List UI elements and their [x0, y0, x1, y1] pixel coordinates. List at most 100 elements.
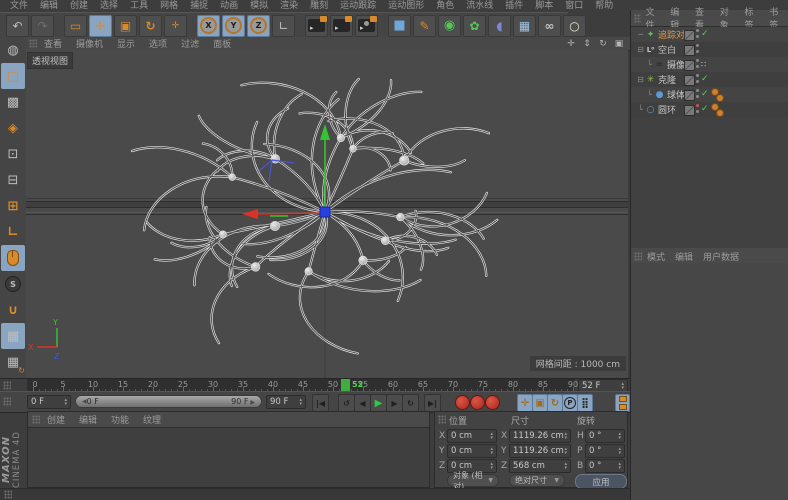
menu-select[interactable]: 选择 [94, 0, 124, 12]
menu-edit[interactable]: 编辑 [34, 0, 64, 12]
lock-z-axis-button[interactable]: Z [247, 14, 270, 37]
lock-y-axis-button[interactable]: Y [222, 14, 245, 37]
add-deformer-button[interactable]: ◖ [488, 14, 511, 37]
start-frame-field[interactable]: 0 F ▴ ▾ [27, 395, 71, 409]
panel-grip[interactable] [438, 415, 446, 424]
panel-grip[interactable] [29, 39, 37, 48]
menu-file[interactable]: 文件 [4, 0, 34, 12]
visibility-toggles[interactable] [696, 104, 699, 107]
tag-icon[interactable] [716, 94, 724, 102]
attr-menu-mode[interactable]: 模式 [642, 250, 670, 263]
make-editable-button[interactable]: ◍ [1, 37, 25, 63]
visibility-toggles[interactable] [696, 59, 699, 62]
expander-icon[interactable]: ⊟ [636, 45, 645, 54]
layer-toggle[interactable] [684, 105, 695, 116]
polygons-mode-button[interactable]: ⊞ [1, 193, 25, 219]
frame-range-slider[interactable]: ◀ 0 F 90 F ▶ [75, 395, 262, 408]
menu-create[interactable]: 创建 [64, 0, 94, 12]
key-scale-toggle[interactable]: ▣ [532, 394, 548, 412]
mat-menu-texture[interactable]: 纹理 [136, 413, 168, 426]
snap-button[interactable]: S [1, 271, 25, 297]
menu-snap[interactable]: 捕捉 [184, 0, 214, 12]
scale-tool-button[interactable]: ▣ [114, 14, 137, 37]
render-picture-viewer-button[interactable]: ▸ [330, 14, 353, 37]
coord-system-button[interactable]: ∟ [272, 14, 295, 37]
mat-menu-edit[interactable]: 编辑 [72, 413, 104, 426]
previous-key-button[interactable]: ↺ [338, 394, 355, 412]
redo-button[interactable]: ↷ [31, 14, 54, 37]
visibility-toggles[interactable] [696, 74, 699, 77]
layer-toggle[interactable] [684, 30, 695, 41]
live-selection-button[interactable]: ▭ [64, 14, 87, 37]
rotation-p-field[interactable]: 0 ° ▴ ▾ [585, 444, 625, 458]
end-frame-field[interactable]: 90 F ▴ ▾ [266, 395, 306, 409]
texture-mode-button[interactable]: ▩ [1, 89, 25, 115]
menu-help[interactable]: 帮助 [589, 0, 619, 12]
object-row-sphere[interactable]: └ ● 球体 ✓ [631, 87, 788, 102]
add-cube-button[interactable]: ■ [388, 14, 411, 37]
size-y-field[interactable]: 1119.26 cm ▴ ▾ [509, 444, 571, 458]
panel-grip[interactable] [32, 415, 40, 424]
menu-window[interactable]: 窗口 [559, 0, 589, 12]
object-row-camera[interactable]: └ ∞ 摄像机 ∷ [631, 57, 788, 72]
object-row-tracer[interactable]: ─ ✦ 追踪对象 ✓ [631, 27, 788, 42]
spinner-icon[interactable]: ▴ ▾ [621, 382, 624, 391]
lock-x-axis-button[interactable]: X [197, 14, 220, 37]
points-mode-button[interactable]: ⊡ [1, 141, 25, 167]
tweak-mode-button[interactable] [1, 245, 25, 271]
mat-menu-function[interactable]: 功能 [104, 413, 136, 426]
visibility-toggles[interactable] [696, 89, 699, 92]
rotation-h-field[interactable]: 0 ° ▴ ▾ [585, 429, 625, 443]
attr-menu-edit[interactable]: 编辑 [670, 250, 698, 263]
size-x-field[interactable]: 1119.26 cm ▴ ▾ [509, 429, 571, 443]
expander-icon[interactable]: ⊟ [636, 75, 645, 84]
next-key-button[interactable]: ↻ [402, 394, 419, 412]
size-z-field[interactable]: 568 cm ▴ ▾ [509, 459, 571, 473]
menu-simulate[interactable]: 模拟 [244, 0, 274, 12]
tag-icon[interactable] [716, 109, 724, 117]
panel-grip[interactable] [3, 381, 11, 390]
add-spline-button[interactable]: ✎ [413, 14, 436, 37]
viewport-menu-panel[interactable]: 面板 [206, 37, 238, 50]
menu-render[interactable]: 渲染 [274, 0, 304, 12]
key-parameter-toggle[interactable]: P [562, 394, 578, 412]
play-button[interactable]: ▶ [370, 394, 387, 412]
camera-link-toggle[interactable]: ∷ [701, 60, 706, 69]
visibility-toggles[interactable] [696, 29, 699, 32]
viewport-menu-filter[interactable]: 过滤 [174, 37, 206, 50]
record-keyframe-button[interactable] [455, 395, 470, 410]
viewport-rotate-icon[interactable]: ↻ [597, 39, 609, 49]
menu-plugins[interactable]: 插件 [499, 0, 529, 12]
viewport-pan-icon[interactable]: ✛ [565, 39, 577, 49]
add-camera-button[interactable]: ∞ [538, 14, 561, 37]
menu-sculpt[interactable]: 雕刻 [304, 0, 334, 12]
spinner-icon[interactable]: ▴ ▾ [299, 398, 302, 407]
menu-tools[interactable]: 工具 [124, 0, 154, 12]
keyframe-selection-button[interactable] [485, 395, 500, 410]
add-light-button[interactable]: ○ [563, 14, 586, 37]
viewport-menu-display[interactable]: 显示 [110, 37, 142, 50]
menu-pipeline[interactable]: 流水线 [460, 0, 499, 12]
enable-toggle[interactable]: ✓ [701, 74, 709, 84]
key-position-toggle[interactable]: ✛ [517, 394, 533, 412]
menu-animate[interactable]: 动画 [214, 0, 244, 12]
mat-menu-create[interactable]: 创建 [40, 413, 72, 426]
panel-grip[interactable] [4, 490, 12, 499]
size-mode-dropdown[interactable]: 绝对尺寸 ▼ [509, 474, 565, 487]
goto-start-button[interactable]: |◀ [312, 394, 329, 412]
model-mode-button[interactable]: ▢ [1, 63, 25, 89]
render-view-button[interactable]: ▸ [305, 14, 328, 37]
move-tool-button[interactable]: ✛ [89, 14, 112, 37]
position-x-field[interactable]: 0 cm ▴ ▾ [447, 429, 497, 443]
add-subdivision-surface-button[interactable]: ◉ [438, 14, 461, 37]
keyframe-presets-button[interactable] [615, 394, 630, 412]
viewport-menu-cameras[interactable]: 摄像机 [69, 37, 110, 50]
layer-toggle[interactable] [684, 60, 695, 71]
menu-mesh[interactable]: 网格 [154, 0, 184, 12]
key-pla-toggle[interactable]: ⣿ [577, 394, 593, 412]
object-row-circle[interactable]: └ ○ 圆环 ✓ [631, 102, 788, 117]
rotation-b-field[interactable]: 0 ° ▴ ▾ [585, 459, 625, 473]
layer-toggle[interactable] [684, 75, 695, 86]
enable-toggle[interactable]: ✓ [701, 29, 709, 39]
menu-script[interactable]: 脚本 [529, 0, 559, 12]
